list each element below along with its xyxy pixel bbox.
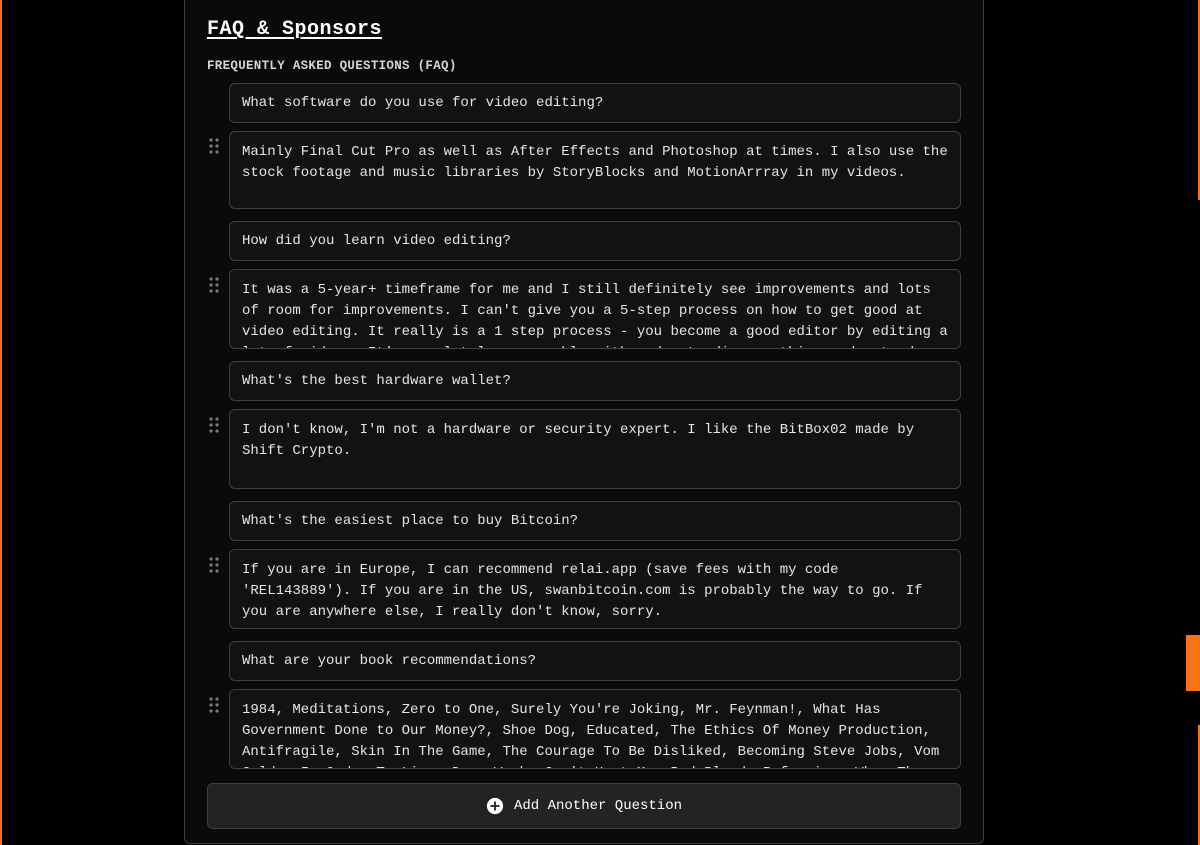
add-question-button[interactable]: Add Another Question	[207, 783, 961, 829]
faq-row	[207, 83, 961, 209]
add-question-label: Add Another Question	[514, 798, 682, 814]
faq-question-input[interactable]	[229, 361, 961, 401]
faq-panel: FAQ & Sponsors FREQUENTLY ASKED QUESTION…	[184, 0, 984, 844]
faq-answer-textarea[interactable]	[229, 269, 961, 349]
faq-list	[207, 83, 961, 769]
faq-fields	[229, 83, 961, 209]
faq-fields	[229, 501, 961, 629]
faq-question-input[interactable]	[229, 83, 961, 123]
section-title: FAQ & Sponsors	[207, 18, 961, 41]
faq-fields	[229, 641, 961, 769]
plus-circle-icon	[486, 797, 504, 815]
drag-handle-icon[interactable]	[207, 556, 221, 574]
faq-answer-textarea[interactable]	[229, 689, 961, 769]
faq-fields	[229, 221, 961, 349]
faq-row	[207, 501, 961, 629]
faq-answer-textarea[interactable]	[229, 549, 961, 629]
faq-question-input[interactable]	[229, 501, 961, 541]
faq-question-input[interactable]	[229, 641, 961, 681]
faq-fields	[229, 361, 961, 489]
window-left-accent	[0, 0, 2, 845]
faq-subheader: FREQUENTLY ASKED QUESTIONS (FAQ)	[207, 59, 961, 73]
faq-answer-textarea[interactable]	[229, 131, 961, 209]
faq-row	[207, 641, 961, 769]
scroll-indicator[interactable]	[1186, 635, 1200, 691]
drag-handle-icon[interactable]	[207, 416, 221, 434]
faq-question-input[interactable]	[229, 221, 961, 261]
faq-answer-textarea[interactable]	[229, 409, 961, 489]
faq-row	[207, 361, 961, 489]
drag-handle-icon[interactable]	[207, 137, 221, 155]
drag-handle-icon[interactable]	[207, 276, 221, 294]
faq-row	[207, 221, 961, 349]
drag-handle-icon[interactable]	[207, 696, 221, 714]
